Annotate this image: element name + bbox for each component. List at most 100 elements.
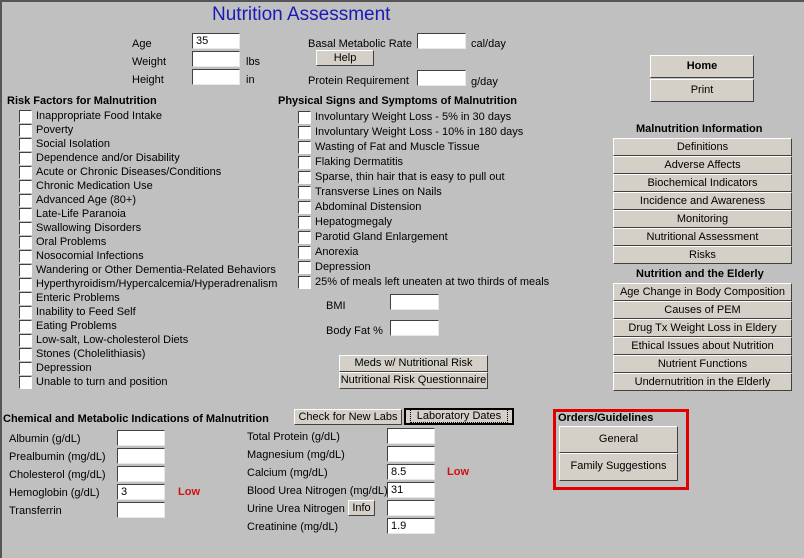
checkbox[interactable] xyxy=(19,194,32,207)
protein-input[interactable] xyxy=(417,70,466,86)
risk-factor-item-label: Enteric Problems xyxy=(36,292,120,304)
elderly-button[interactable]: Age Change in Body Composition xyxy=(613,283,792,301)
checkbox[interactable] xyxy=(298,231,311,244)
bodyfat-input[interactable] xyxy=(390,320,439,336)
checkbox[interactable] xyxy=(19,362,32,375)
lab-label: Cholesterol (mg/dL) xyxy=(9,469,106,481)
window-frame-top xyxy=(0,0,804,2)
checkbox[interactable] xyxy=(298,201,311,214)
family-suggestions-button[interactable]: Family Suggestions xyxy=(559,453,678,481)
checkbox[interactable] xyxy=(19,376,32,389)
checkbox[interactable] xyxy=(19,166,32,179)
checkbox[interactable] xyxy=(19,292,32,305)
malnutrition-info-button[interactable]: Monitoring xyxy=(613,210,792,228)
lab-value-input[interactable] xyxy=(117,448,165,464)
checkbox[interactable] xyxy=(298,156,311,169)
lab-label: Albumin (g/dL) xyxy=(9,433,81,445)
checkbox[interactable] xyxy=(298,171,311,184)
lab-value-input[interactable]: 3 xyxy=(117,484,165,500)
weight-input[interactable] xyxy=(192,51,240,67)
risk-factor-item-label: Acute or Chronic Diseases/Conditions xyxy=(36,166,222,178)
checkbox[interactable] xyxy=(19,124,32,137)
physical-sign-item-label: Hepatogmegaly xyxy=(315,216,393,228)
weight-label: Weight xyxy=(132,56,167,68)
meds-nutritional-risk-button[interactable]: Meds w/ Nutritional Risk xyxy=(339,355,488,372)
physical-sign-item-label: Abdominal Distension xyxy=(315,201,422,213)
bmi-input[interactable] xyxy=(390,294,439,310)
checkbox[interactable] xyxy=(19,278,32,291)
print-button[interactable]: Print xyxy=(650,79,754,102)
elderly-button[interactable]: Nutrient Functions xyxy=(613,355,792,373)
protein-unit: g/day xyxy=(471,76,498,88)
malnutrition-info-button[interactable]: Nutritional Assessment xyxy=(613,228,792,246)
physical-sign-item-label: 25% of meals left uneaten at two thirds … xyxy=(315,276,550,288)
nutritional-risk-questionnaire-button[interactable]: Nutritional Risk Questionnaire xyxy=(339,372,488,389)
checkbox[interactable] xyxy=(298,261,311,274)
lab-value-input[interactable] xyxy=(117,502,165,518)
risk-factor-item-label: Eating Problems xyxy=(36,320,117,332)
lab-label: Urine Urea Nitrogen xyxy=(247,503,345,515)
lab-value-input[interactable] xyxy=(387,446,435,462)
risk-factor-item-label: Nosocomial Infections xyxy=(36,250,144,262)
checkbox[interactable] xyxy=(19,138,32,151)
checkbox[interactable] xyxy=(19,334,32,347)
height-label: Height xyxy=(132,74,164,86)
elderly-button[interactable]: Drug Tx Weight Loss in Eldery xyxy=(613,319,792,337)
checkbox[interactable] xyxy=(19,306,32,319)
risk-factor-item-label: Oral Problems xyxy=(36,236,107,248)
malnutrition-info-button[interactable]: Biochemical Indicators xyxy=(613,174,792,192)
lab-label: Creatinine (mg/dL) xyxy=(247,521,339,533)
lab-value-input[interactable] xyxy=(117,430,165,446)
checkbox[interactable] xyxy=(298,186,311,199)
lab-label: Calcium (mg/dL) xyxy=(247,467,328,479)
lab-label: Magnesium (mg/dL) xyxy=(247,449,345,461)
elderly-button[interactable]: Causes of PEM xyxy=(613,301,792,319)
lab-value-input[interactable]: 1.9 xyxy=(387,518,435,534)
laboratory-dates-button[interactable]: Laboratory Dates xyxy=(404,408,514,425)
lab-value-input[interactable] xyxy=(387,428,435,444)
lab-value-input[interactable]: 31 xyxy=(387,482,435,498)
elderly-button[interactable]: Ethical Issues about Nutrition xyxy=(613,337,792,355)
checkbox[interactable] xyxy=(19,152,32,165)
checkbox[interactable] xyxy=(298,141,311,154)
checkbox[interactable] xyxy=(298,276,311,289)
checkbox[interactable] xyxy=(19,180,32,193)
physical-sign-item-label: Transverse Lines on Nails xyxy=(315,186,442,198)
risk-factor-item-label: Swallowing Disorders xyxy=(36,222,142,234)
malnutrition-info-button[interactable]: Adverse Affects xyxy=(613,156,792,174)
malnutrition-info-button[interactable]: Incidence and Awareness xyxy=(613,192,792,210)
checkbox[interactable] xyxy=(19,236,32,249)
check-new-labs-button[interactable]: Check for New Labs xyxy=(294,409,402,425)
physical-sign-item-label: Parotid Gland Enlargement xyxy=(315,231,448,243)
bmr-input[interactable] xyxy=(417,33,466,49)
checkbox[interactable] xyxy=(298,246,311,259)
protein-label: Protein Requirement xyxy=(308,75,409,87)
checkbox[interactable] xyxy=(19,264,32,277)
checkbox[interactable] xyxy=(19,222,32,235)
checkbox[interactable] xyxy=(19,250,32,263)
risk-factor-item-label: Chronic Medication Use xyxy=(36,180,153,192)
risk-factors-heading: Risk Factors for Malnutrition xyxy=(7,95,157,107)
checkbox[interactable] xyxy=(298,216,311,229)
risk-factor-item-label: Inappropriate Food Intake xyxy=(36,110,162,122)
checkbox[interactable] xyxy=(19,208,32,221)
elderly-button[interactable]: Undernutrition in the Elderly xyxy=(613,373,792,391)
checkbox[interactable] xyxy=(298,111,311,124)
bmi-label: BMI xyxy=(326,300,346,312)
urine-urea-info-button[interactable]: Info xyxy=(348,500,375,516)
lab-value-input[interactable] xyxy=(117,466,165,482)
checkbox[interactable] xyxy=(19,110,32,123)
malnutrition-info-button[interactable]: Definitions xyxy=(613,138,792,156)
checkbox[interactable] xyxy=(19,348,32,361)
age-input[interactable]: 35 xyxy=(192,33,240,49)
general-orders-button[interactable]: General xyxy=(559,426,678,453)
malnutrition-info-button[interactable]: Risks xyxy=(613,246,792,264)
lab-value-input[interactable]: 8.5 xyxy=(387,464,435,480)
lab-value-input[interactable] xyxy=(387,500,435,516)
home-button[interactable]: Home xyxy=(650,55,754,78)
physical-signs-heading: Physical Signs and Symptoms of Malnutrit… xyxy=(278,95,517,107)
checkbox[interactable] xyxy=(298,126,311,139)
height-input[interactable] xyxy=(192,69,240,85)
help-button[interactable]: Help xyxy=(316,50,374,66)
checkbox[interactable] xyxy=(19,320,32,333)
